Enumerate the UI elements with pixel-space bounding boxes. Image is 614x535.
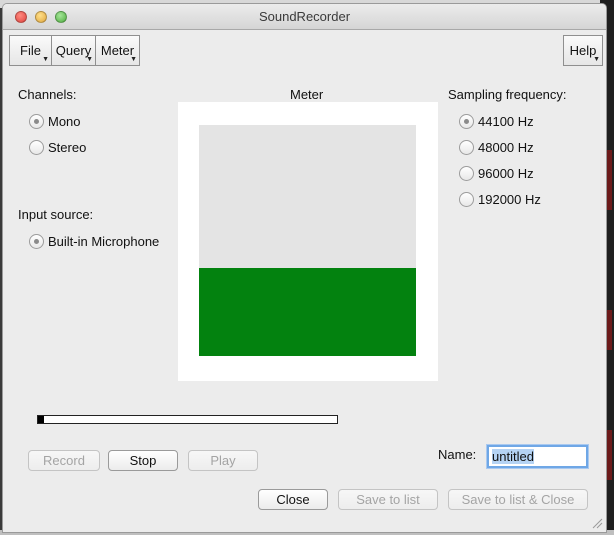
record-button[interactable]: Record <box>28 450 100 471</box>
file-menu-label: File <box>20 43 41 58</box>
query-menu-button[interactable]: Query ▼ <box>51 35 96 66</box>
save-to-list-and-close-button[interactable]: Save to list & Close <box>448 489 588 510</box>
close-button[interactable]: Close <box>258 489 328 510</box>
play-button[interactable]: Play <box>188 450 258 471</box>
sampling-44100-label[interactable]: 44100 Hz <box>478 114 534 129</box>
sampling-44100-radio[interactable] <box>459 114 474 129</box>
channels-label: Channels: <box>18 87 77 102</box>
name-input-value: untitled <box>492 449 534 464</box>
sampling-192000-label[interactable]: 192000 Hz <box>478 192 541 207</box>
title-bar[interactable]: SoundRecorder <box>3 4 606 30</box>
file-menu-button[interactable]: File ▼ <box>9 35 52 66</box>
meter-menu-button[interactable]: Meter ▼ <box>95 35 140 66</box>
dropdown-arrow-icon: ▼ <box>86 56 93 63</box>
name-input[interactable]: untitled <box>487 445 588 468</box>
sampling-frequency-label: Sampling frequency: <box>448 87 567 102</box>
window-title: SoundRecorder <box>258 9 351 24</box>
mono-radio[interactable] <box>29 114 44 129</box>
mono-label[interactable]: Mono <box>48 114 81 129</box>
save-to-list-button[interactable]: Save to list <box>338 489 438 510</box>
dropdown-arrow-icon: ▼ <box>42 56 49 63</box>
sampling-96000-radio[interactable] <box>459 166 474 181</box>
recording-progress-bar <box>37 415 338 424</box>
help-menu-button[interactable]: Help ▼ <box>563 35 603 66</box>
sampling-96000-label[interactable]: 96000 Hz <box>478 166 534 181</box>
dropdown-arrow-icon: ▼ <box>593 56 600 63</box>
sampling-48000-radio[interactable] <box>459 140 474 155</box>
resize-grip-icon[interactable] <box>592 518 603 529</box>
progress-fill <box>38 416 44 423</box>
stereo-radio[interactable] <box>29 140 44 155</box>
name-label: Name: <box>438 447 477 462</box>
built-in-microphone-radio[interactable] <box>29 234 44 249</box>
meter-label: Meter <box>290 87 324 102</box>
sampling-192000-radio[interactable] <box>459 192 474 207</box>
input-source-label: Input source: <box>18 207 94 222</box>
stereo-label[interactable]: Stereo <box>48 140 86 155</box>
meter-level-bar <box>199 268 416 356</box>
stop-button[interactable]: Stop <box>108 450 178 471</box>
sound-recorder-window: SoundRecorder File ▼ Query ▼ Meter ▼ Hel… <box>2 3 607 533</box>
sampling-48000-label[interactable]: 48000 Hz <box>478 140 534 155</box>
dropdown-arrow-icon: ▼ <box>130 56 137 63</box>
built-in-microphone-label[interactable]: Built-in Microphone <box>48 234 159 249</box>
